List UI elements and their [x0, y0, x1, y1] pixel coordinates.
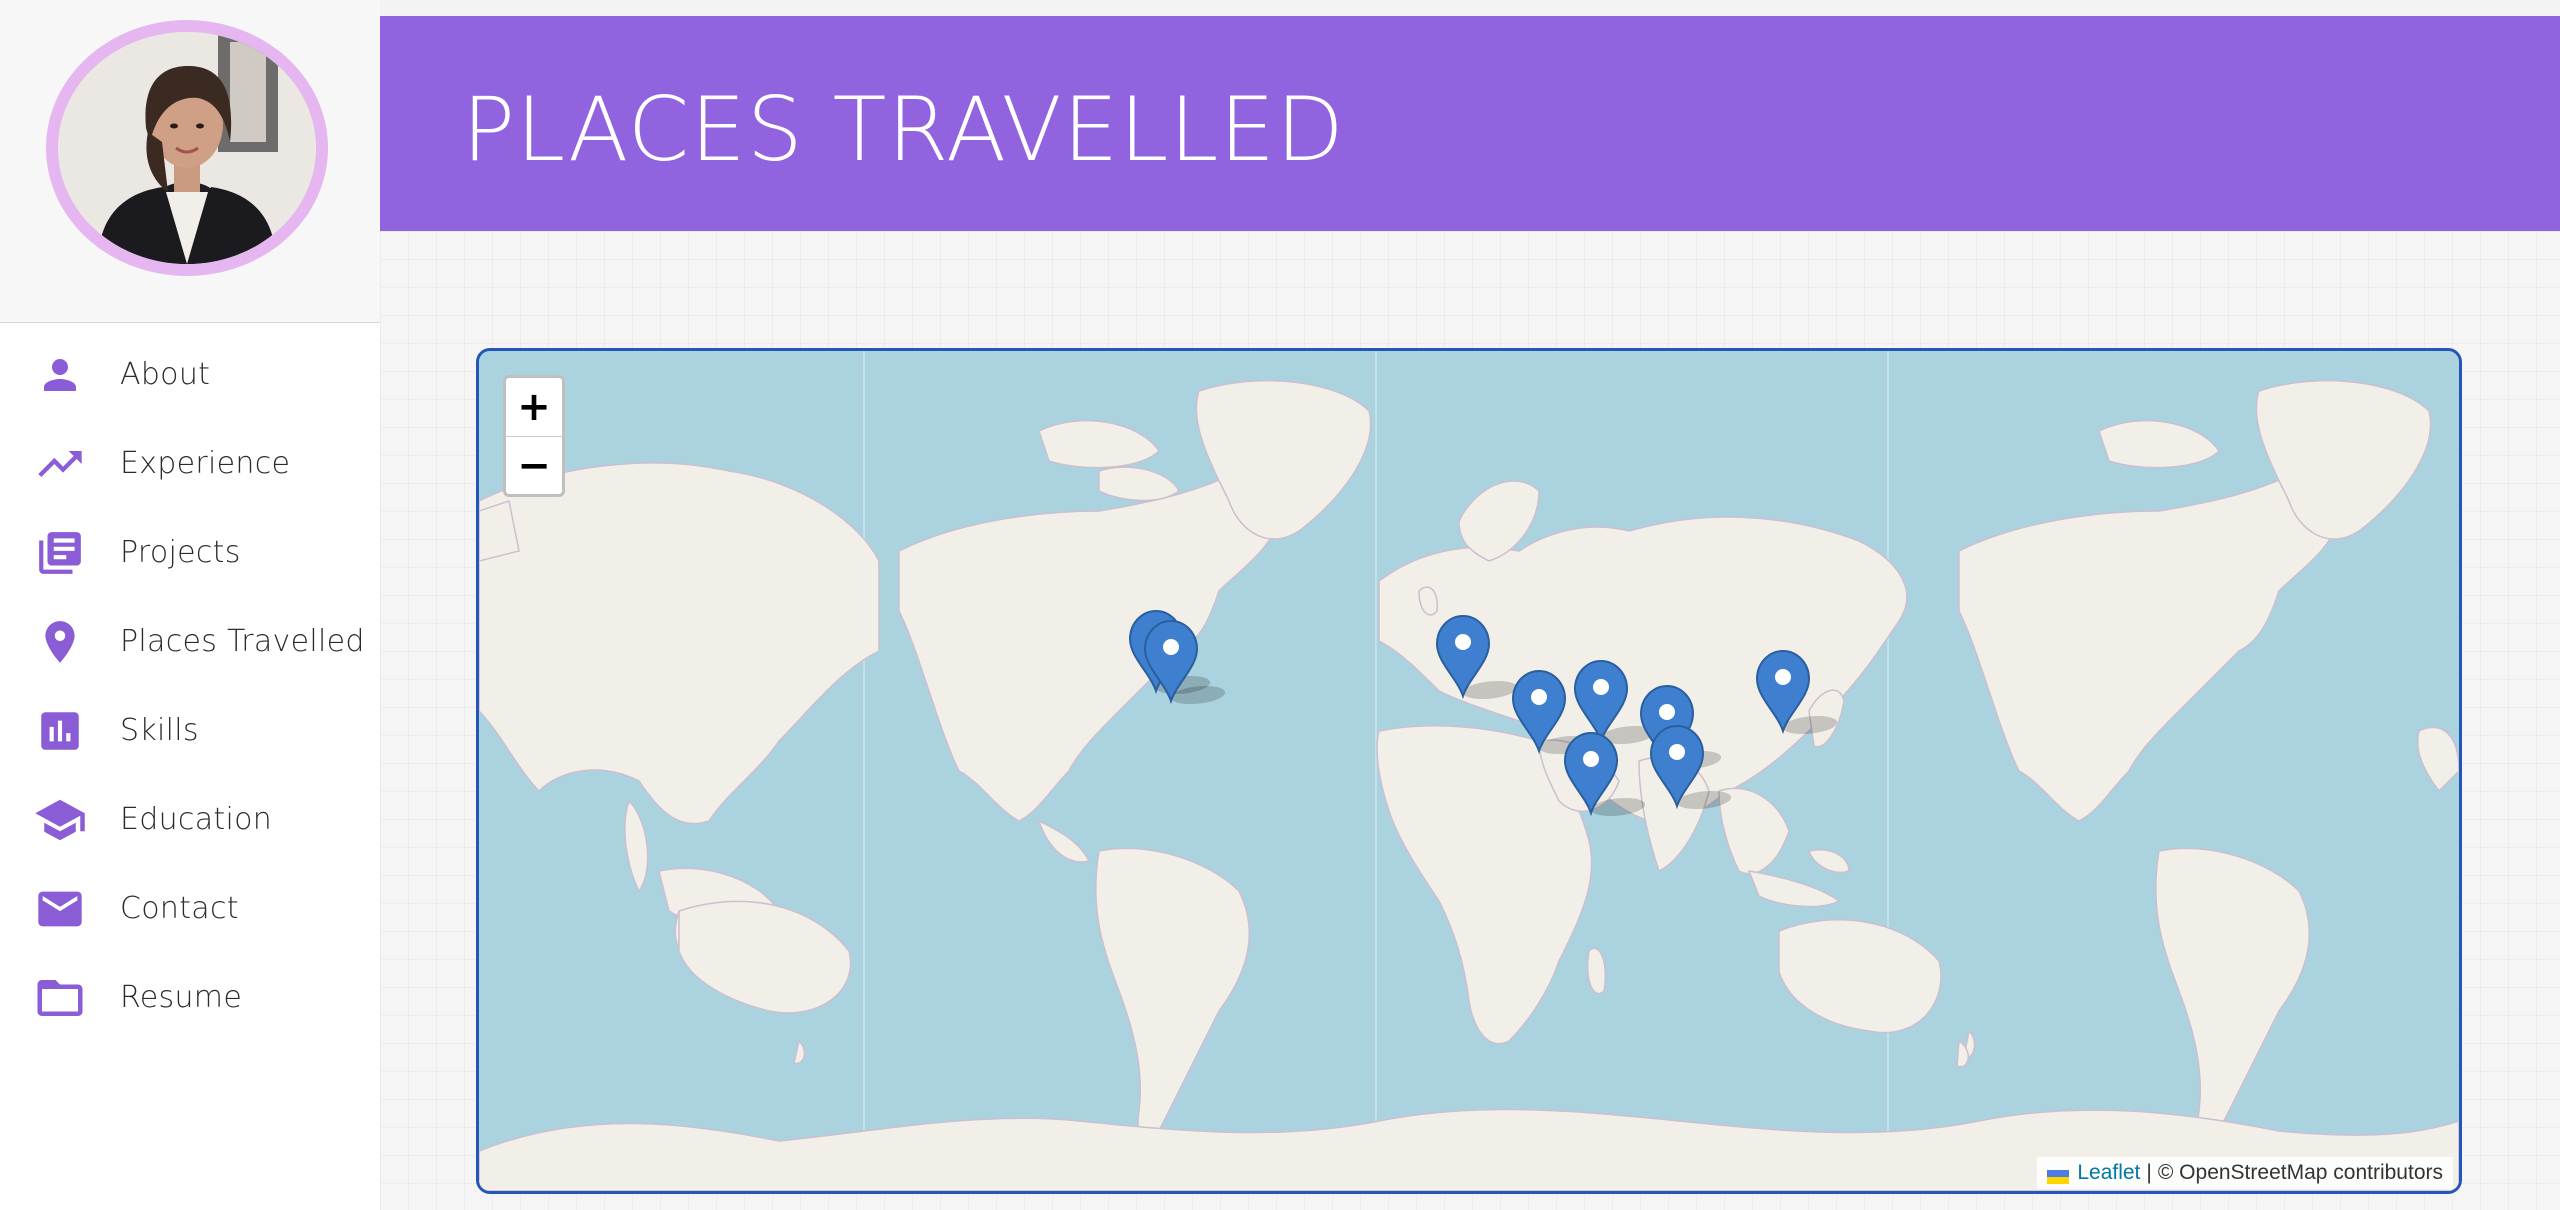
sidebar-item-label: Places Travelled — [120, 624, 365, 659]
avatar — [46, 20, 328, 276]
leaflet-link[interactable]: Leaflet — [2077, 1161, 2140, 1185]
trending-up-icon — [32, 436, 88, 492]
osm-attribution: © OpenStreetMap contributors — [2157, 1161, 2443, 1184]
mail-icon — [32, 881, 88, 937]
map-tiles — [479, 351, 2459, 1191]
world-map[interactable]: + − Leaflet | © OpenStreetMap contributo… — [476, 348, 2462, 1194]
person-photo-illustration — [58, 32, 316, 264]
page-header: PLACES TRAVELLED — [380, 16, 2560, 231]
avatar-photo — [58, 32, 316, 264]
sidebar-item-skills[interactable]: Skills — [0, 686, 380, 775]
sidebar: About Experience Projects Places Travell… — [0, 0, 380, 1210]
sidebar-item-label: Resume — [120, 980, 243, 1015]
page-title: PLACES TRAVELLED — [462, 78, 1345, 181]
ukraine-flag-icon — [2047, 1166, 2070, 1184]
sidebar-item-resume[interactable]: Resume — [0, 953, 380, 1042]
library-books-icon — [32, 525, 88, 581]
zoom-control: + − — [503, 375, 565, 497]
bar-chart-icon — [32, 703, 88, 759]
zoom-out-button[interactable]: − — [506, 436, 562, 494]
sidebar-item-label: Experience — [120, 446, 291, 481]
location-pin-icon — [32, 614, 88, 670]
sidebar-item-label: Education — [120, 802, 273, 837]
sidebar-item-projects[interactable]: Projects — [0, 508, 380, 597]
sidebar-item-education[interactable]: Education — [0, 775, 380, 864]
zoom-in-button[interactable]: + — [506, 378, 562, 436]
sidebar-item-about[interactable]: About — [0, 330, 380, 419]
top-strip — [380, 0, 2560, 16]
sidebar-item-label: About — [120, 357, 211, 392]
sidebar-item-contact[interactable]: Contact — [0, 864, 380, 953]
map-attribution: Leaflet | © OpenStreetMap contributors — [2037, 1157, 2453, 1189]
sidebar-nav: About Experience Projects Places Travell… — [0, 330, 380, 1042]
sidebar-item-label: Skills — [120, 713, 199, 748]
sidebar-item-label: Contact — [120, 891, 239, 926]
person-icon — [32, 347, 88, 403]
graduation-cap-icon — [32, 792, 88, 848]
profile-area — [0, 0, 380, 323]
sidebar-item-experience[interactable]: Experience — [0, 419, 380, 508]
sidebar-item-label: Projects — [120, 535, 241, 570]
sidebar-item-places-travelled[interactable]: Places Travelled — [0, 597, 380, 686]
folder-icon — [32, 970, 88, 1026]
attribution-separator: | — [2146, 1161, 2152, 1184]
